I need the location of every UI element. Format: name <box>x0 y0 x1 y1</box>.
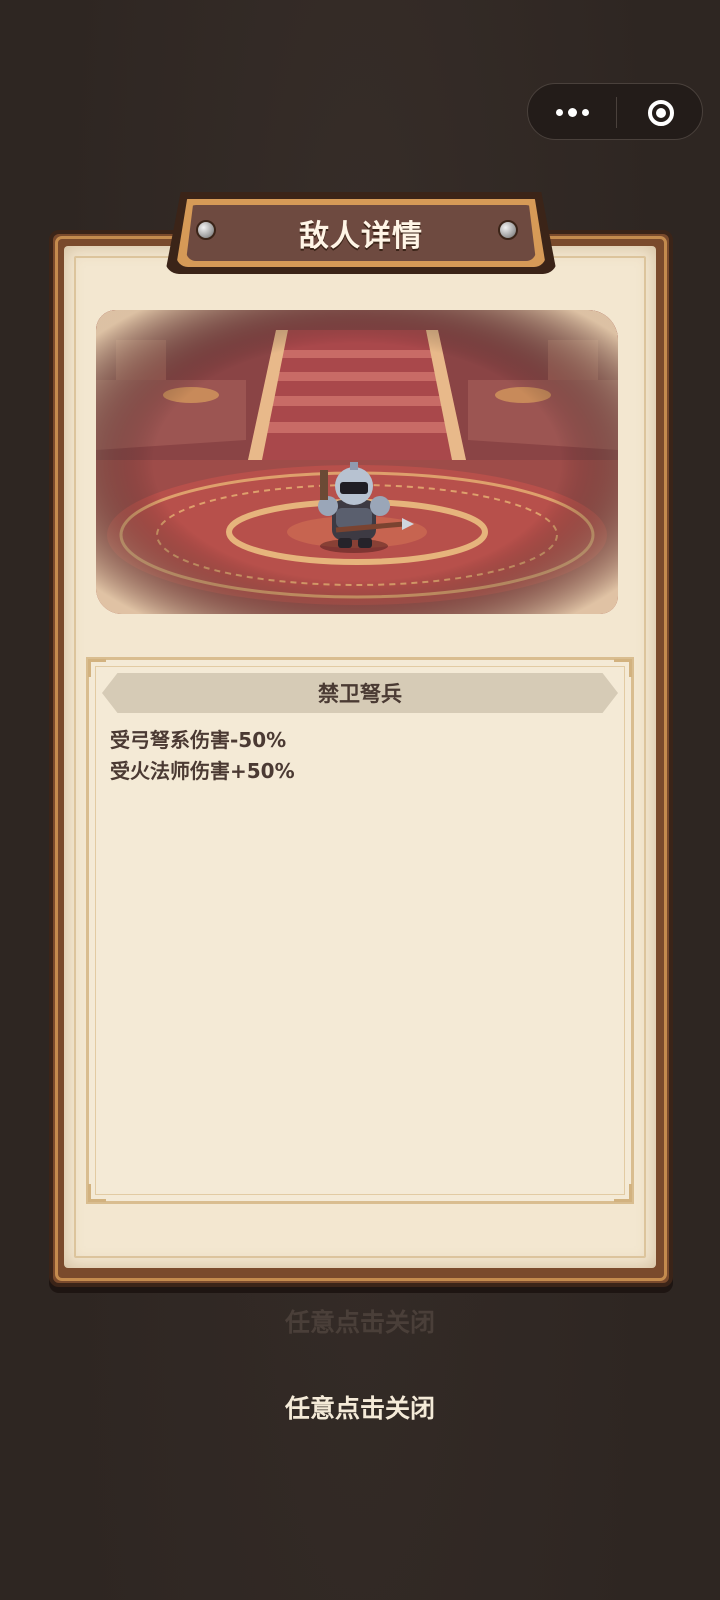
trait-item: 受弓弩系伤害-50% <box>110 728 287 752</box>
panel-corner-ornament <box>88 1184 106 1202</box>
rivet-icon <box>498 220 518 240</box>
background-close-hint: 任意点击关闭 <box>284 1308 435 1337</box>
mini-program-capsule <box>527 83 703 140</box>
tap-to-close-hint[interactable]: 任意点击关闭 <box>0 1389 720 1425</box>
page-title: 敌人详情 <box>299 219 423 254</box>
enemy-scene-image <box>96 310 618 614</box>
more-dots-icon <box>555 109 563 116</box>
rivet-icon <box>196 220 216 240</box>
panel-corner-ornament <box>614 659 632 677</box>
panel-corner-ornament <box>614 1184 632 1202</box>
enemy-name: 禁卫弩兵 <box>318 682 402 706</box>
more-button[interactable] <box>528 84 616 141</box>
enemy-traits: 受弓弩系伤害-50% 受火法师伤害+50% <box>110 725 590 787</box>
throne-hall-illustration <box>96 310 618 614</box>
target-close-icon <box>647 99 674 126</box>
trait-item: 受火法师伤害+50% <box>110 759 295 783</box>
close-miniprogram-button[interactable] <box>617 84 704 141</box>
panel-corner-ornament <box>88 659 106 677</box>
enemy-name-banner: 禁卫弩兵 <box>102 673 618 713</box>
